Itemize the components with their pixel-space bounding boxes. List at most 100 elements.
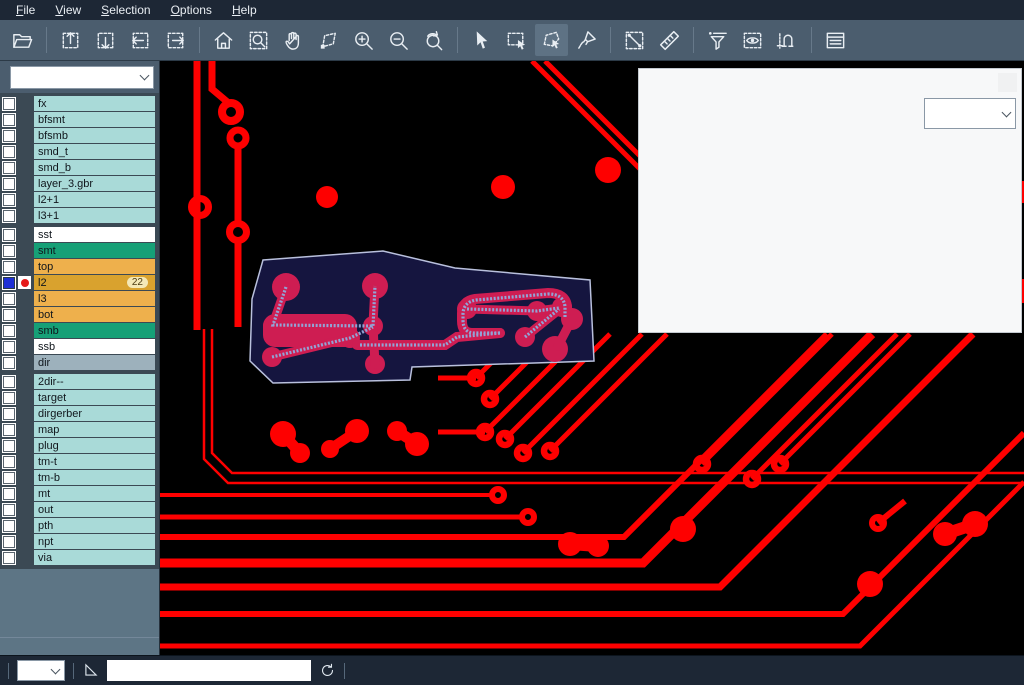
step-select[interactable] bbox=[10, 66, 154, 89]
layer-visibility-checkbox[interactable] bbox=[3, 309, 15, 321]
ruler-button[interactable] bbox=[653, 24, 686, 56]
layer-name-cell[interactable]: sst bbox=[34, 227, 155, 242]
layer-name-cell[interactable]: l2 22 bbox=[34, 275, 155, 290]
zoom-previous-button[interactable] bbox=[417, 24, 450, 56]
layer-visibility-checkbox[interactable] bbox=[3, 536, 15, 548]
toolbar-icon bbox=[623, 29, 646, 52]
layer-visibility-checkbox[interactable] bbox=[3, 245, 15, 257]
zoom-polygon-button[interactable] bbox=[312, 24, 345, 56]
layer-name-cell[interactable]: mt bbox=[34, 486, 155, 501]
layer-visibility-checkbox[interactable] bbox=[3, 504, 15, 516]
layer-name-cell[interactable]: out bbox=[34, 502, 155, 517]
rectangle-select-button[interactable] bbox=[500, 24, 533, 56]
menu-item[interactable]: Help bbox=[222, 2, 267, 18]
menu-item[interactable]: View bbox=[45, 2, 91, 18]
pan-right-button[interactable] bbox=[159, 24, 192, 56]
layer-name-cell[interactable]: smd_b bbox=[34, 160, 155, 175]
layer-visibility-checkbox[interactable] bbox=[3, 357, 15, 369]
layer-visibility-checkbox[interactable] bbox=[3, 341, 15, 353]
layer-name-cell[interactable]: plug bbox=[34, 438, 155, 453]
dialog-titlebar[interactable] bbox=[639, 69, 1021, 96]
layers-panel-button[interactable] bbox=[819, 24, 852, 56]
menu-item[interactable]: File bbox=[6, 2, 45, 18]
select-cursor-button[interactable] bbox=[465, 24, 498, 56]
layer-visibility-checkbox[interactable] bbox=[3, 424, 15, 436]
layer-name-cell[interactable]: map bbox=[34, 422, 155, 437]
layer-name-cell[interactable]: smd_t bbox=[34, 144, 155, 159]
layer-name-cell[interactable]: dir bbox=[34, 355, 155, 370]
layer-visibility-checkbox[interactable] bbox=[3, 392, 15, 404]
layer-name-cell[interactable]: target bbox=[34, 390, 155, 405]
layer-name-cell[interactable]: tm-t bbox=[34, 454, 155, 469]
layer-visibility-checkbox[interactable] bbox=[3, 261, 15, 273]
layer-name-cell[interactable]: dirgerber bbox=[34, 406, 155, 421]
layer-name-cell[interactable]: l2+1 bbox=[34, 192, 155, 207]
layer-name-cell[interactable]: bfsmt bbox=[34, 112, 155, 127]
layer-visibility-checkbox[interactable] bbox=[3, 277, 15, 289]
layer-name-cell[interactable]: 2dir-- bbox=[34, 374, 155, 389]
layer-visibility-checkbox[interactable] bbox=[3, 552, 15, 564]
layer-visibility-checkbox[interactable] bbox=[3, 472, 15, 484]
layer-label: smt bbox=[38, 245, 151, 257]
menu-item[interactable]: Options bbox=[161, 2, 222, 18]
layer-name-cell[interactable]: npt bbox=[34, 534, 155, 549]
polygon-select-button[interactable] bbox=[535, 24, 568, 56]
layer-row: dirgerber bbox=[0, 406, 159, 421]
features-filter-button[interactable] bbox=[701, 24, 734, 56]
layer-visibility-checkbox[interactable] bbox=[3, 114, 15, 126]
snap-magnet-button[interactable] bbox=[771, 24, 804, 56]
layer-visibility-checkbox[interactable] bbox=[3, 376, 15, 388]
toolbar-icon bbox=[505, 29, 528, 52]
layer-visibility-checkbox[interactable] bbox=[3, 229, 15, 241]
zoom-in-button[interactable] bbox=[347, 24, 380, 56]
layer-visibility-checkbox[interactable] bbox=[3, 162, 15, 174]
layer-name-cell[interactable]: via bbox=[34, 550, 155, 565]
layer-name-cell[interactable]: tm-b bbox=[34, 470, 155, 485]
layer-name-cell[interactable]: top bbox=[34, 259, 155, 274]
layer-visibility-checkbox[interactable] bbox=[3, 98, 15, 110]
layer-label: dir bbox=[38, 357, 151, 369]
measure-button[interactable] bbox=[618, 24, 651, 56]
sync-icon[interactable] bbox=[319, 662, 336, 679]
clean-selection-button[interactable] bbox=[570, 24, 603, 56]
home-view-button[interactable] bbox=[207, 24, 240, 56]
layer-visibility-checkbox[interactable] bbox=[3, 456, 15, 468]
layer-name-cell[interactable]: smt bbox=[34, 243, 155, 258]
layer-visibility-checkbox[interactable] bbox=[3, 293, 15, 305]
layer-name-cell[interactable]: l3+1 bbox=[34, 208, 155, 223]
layer-name-cell[interactable]: bot bbox=[34, 307, 155, 322]
layer-visibility-checkbox[interactable] bbox=[3, 210, 15, 222]
command-input[interactable] bbox=[107, 660, 311, 681]
view-options-button[interactable] bbox=[736, 24, 769, 56]
layer-visibility-checkbox[interactable] bbox=[3, 408, 15, 420]
layer-name-cell[interactable]: ssb bbox=[34, 339, 155, 354]
layer-row: bot bbox=[0, 307, 159, 322]
pan-up-button[interactable] bbox=[54, 24, 87, 56]
layer-name-cell[interactable]: fx bbox=[34, 96, 155, 111]
layer-visibility-checkbox[interactable] bbox=[3, 178, 15, 190]
dialog-close-button[interactable] bbox=[998, 73, 1017, 92]
pan-left-button[interactable] bbox=[124, 24, 157, 56]
layer-name-cell[interactable]: layer_3.gbr bbox=[34, 176, 155, 191]
layer-visibility-checkbox[interactable] bbox=[3, 325, 15, 337]
open-file-button[interactable] bbox=[6, 24, 39, 56]
unit-select[interactable] bbox=[17, 660, 65, 681]
zoom-area-button[interactable] bbox=[242, 24, 275, 56]
menu-item[interactable]: Selection bbox=[91, 2, 160, 18]
zoom-out-button[interactable] bbox=[382, 24, 415, 56]
layer-label: l2+1 bbox=[38, 194, 151, 206]
layer-visibility-checkbox[interactable] bbox=[3, 520, 15, 532]
layer-visibility-checkbox[interactable] bbox=[3, 130, 15, 142]
layer-name-cell[interactable]: pth bbox=[34, 518, 155, 533]
layer-visibility-checkbox[interactable] bbox=[3, 146, 15, 158]
layer-name-cell[interactable]: smb bbox=[34, 323, 155, 338]
pan-down-button[interactable] bbox=[89, 24, 122, 56]
layer-visibility-checkbox[interactable] bbox=[3, 194, 15, 206]
pan-hand-button[interactable] bbox=[277, 24, 310, 56]
snap-angle-icon[interactable] bbox=[82, 662, 99, 679]
layer-visibility-checkbox[interactable] bbox=[3, 488, 15, 500]
profile-select[interactable] bbox=[924, 98, 1016, 129]
layer-name-cell[interactable]: l3 bbox=[34, 291, 155, 306]
layer-name-cell[interactable]: bfsmb bbox=[34, 128, 155, 143]
layer-visibility-checkbox[interactable] bbox=[3, 440, 15, 452]
